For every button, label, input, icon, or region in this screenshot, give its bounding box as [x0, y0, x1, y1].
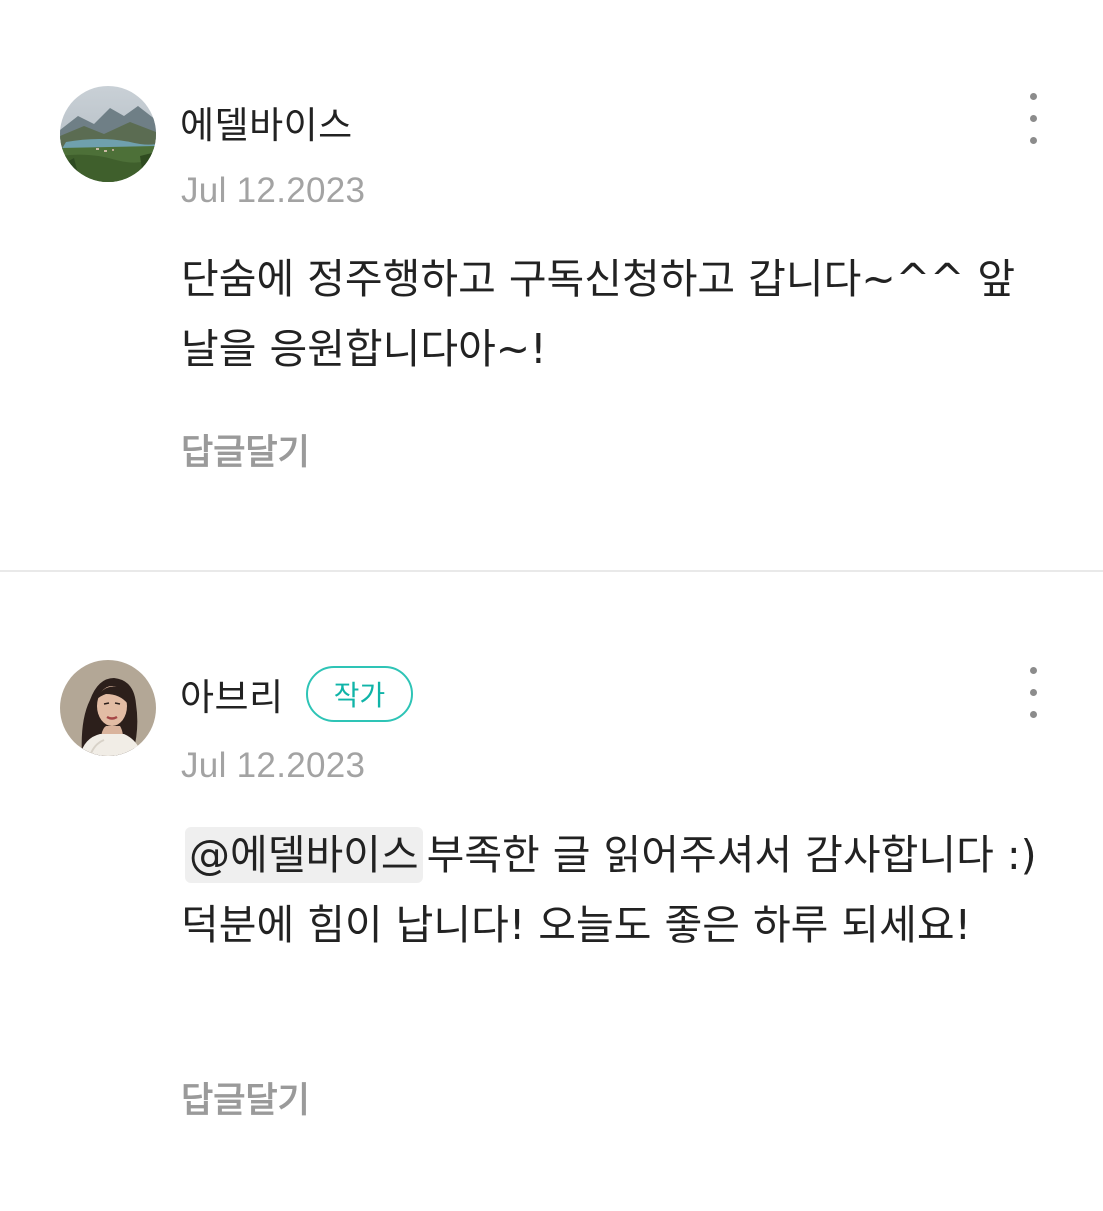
more-vertical-icon-dot [1030, 115, 1037, 122]
mention-tag[interactable]: @에델바이스 [185, 827, 423, 883]
more-vertical-icon-dot [1030, 137, 1037, 144]
author-name[interactable]: 에델바이스 [180, 95, 353, 149]
comment-date: Jul 12.2023 [181, 171, 366, 210]
more-vertical-icon-dot [1030, 711, 1037, 718]
more-options-button[interactable] [1013, 658, 1053, 728]
author-line: 에델바이스 [180, 92, 353, 152]
comment-date: Jul 12.2023 [181, 746, 366, 785]
author-name[interactable]: 아브리 [180, 667, 284, 721]
more-vertical-icon [1030, 93, 1037, 100]
avatar[interactable] [60, 660, 156, 756]
comment-body: 단숨에 정주행하고 구독신청하고 갑니다~^^ 앞날을 응원합니다아~! [181, 244, 1041, 384]
author-line: 아브리 작가 [180, 664, 414, 724]
writer-badge: 작가 [305, 666, 414, 722]
illustrated-woman-avatar-icon [60, 660, 156, 756]
more-vertical-icon-dot [1030, 689, 1037, 696]
comment-item: 아브리 작가 Jul 12.2023 @에델바이스 부족한 글 읽어주셔서 감사합… [0, 572, 1103, 1211]
reply-button[interactable]: 답글달기 [181, 424, 310, 475]
reply-button[interactable]: 답글달기 [181, 1072, 310, 1123]
comment-body: @에델바이스 부족한 글 읽어주셔서 감사합니다 :) 덕분에 힘이 납니다! 오… [181, 820, 1041, 960]
avatar[interactable] [60, 86, 156, 182]
comment-item: 에델바이스 Jul 12.2023 단숨에 정주행하고 구독신청하고 갑니다~^… [0, 0, 1103, 570]
more-vertical-icon [1030, 667, 1037, 674]
more-options-button[interactable] [1013, 84, 1053, 154]
landscape-lake-avatar-icon [60, 86, 156, 182]
comment-text: 단숨에 정주행하고 구독신청하고 갑니다~^^ 앞날을 응원합니다아~! [181, 255, 1016, 373]
